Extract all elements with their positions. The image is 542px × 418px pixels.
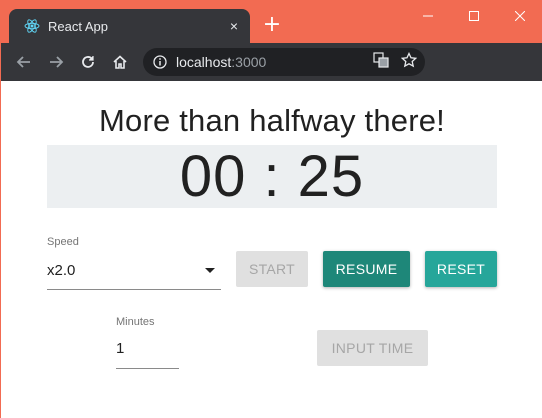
speed-value: x2.0 <box>47 262 76 279</box>
react-icon <box>24 18 40 34</box>
title-bar: React App × + <box>1 1 542 43</box>
info-icon[interactable] <box>152 54 168 70</box>
browser-tab[interactable]: React App × <box>9 9 250 43</box>
translate-icon[interactable] <box>373 51 389 73</box>
reset-button[interactable]: RESET <box>425 251 497 287</box>
speed-label: Speed <box>47 236 79 248</box>
star-icon[interactable] <box>400 51 418 73</box>
forward-arrow-icon[interactable] <box>40 46 72 78</box>
browser-toolbar: localhost:3000 <box>1 43 542 113</box>
home-icon[interactable] <box>104 46 136 78</box>
input-time-button[interactable]: INPUT TIME <box>317 330 428 366</box>
minimize-icon[interactable] <box>405 1 451 31</box>
tab-title: React App <box>48 18 108 34</box>
speed-select[interactable]: x2.0 <box>47 254 221 290</box>
window-controls <box>405 1 542 31</box>
back-arrow-icon[interactable] <box>8 46 40 78</box>
url-host: localhost <box>176 54 232 70</box>
dropdown-arrow-icon <box>205 268 215 273</box>
window-close-icon[interactable] <box>497 1 542 31</box>
timer-text: 00 : 25 <box>179 144 365 209</box>
page-content: More than halfway there! 00 : 25 Speed x… <box>1 81 542 418</box>
plus-icon[interactable]: + <box>261 14 283 37</box>
close-icon[interactable]: × <box>226 18 242 34</box>
minutes-input[interactable]: 1 <box>116 333 179 369</box>
reload-icon[interactable] <box>72 46 104 78</box>
url-port: :3000 <box>231 54 267 70</box>
minutes-label: Minutes <box>116 316 155 328</box>
timer-display: 00 : 25 <box>47 144 497 209</box>
address-bar[interactable]: localhost:3000 <box>143 48 425 76</box>
page-title: More than halfway there! <box>99 103 445 138</box>
start-button[interactable]: START <box>236 251 308 287</box>
maximize-icon[interactable] <box>451 1 497 31</box>
resume-button[interactable]: RESUME <box>323 251 410 287</box>
